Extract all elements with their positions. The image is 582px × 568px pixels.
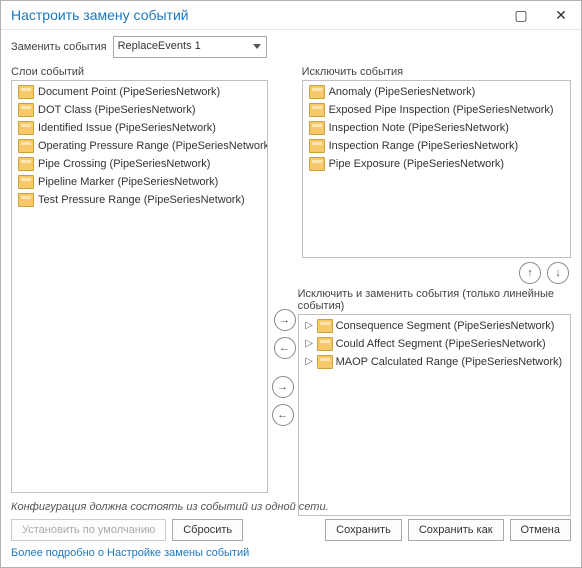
list-item[interactable]: Anomaly (PipeSeriesNetwork) <box>303 83 570 101</box>
config-select[interactable]: ReplaceEvents 1 <box>113 36 267 58</box>
expand-caret-icon[interactable]: ▷ <box>305 317 314 335</box>
layer-icon <box>317 337 333 351</box>
layer-icon <box>18 103 34 117</box>
close-button[interactable]: ✕ <box>541 1 581 29</box>
layer-icon <box>18 85 34 99</box>
layer-icon <box>309 157 325 171</box>
layer-icon <box>309 103 325 117</box>
move-up-button[interactable]: ↑ <box>519 262 541 284</box>
tree-item[interactable]: ▷Could Affect Segment (PipeSeriesNetwork… <box>299 335 570 353</box>
move-right-button[interactable]: → <box>274 309 296 331</box>
list-item[interactable]: Pipe Exposure (PipeSeriesNetwork) <box>303 155 570 173</box>
list-item[interactable]: Inspection Note (PipeSeriesNetwork) <box>303 119 570 137</box>
layer-icon <box>309 139 325 153</box>
config-label: Заменить события <box>11 41 107 53</box>
expand-caret-icon[interactable]: ▷ <box>305 335 314 353</box>
exclude-events-list[interactable]: Anomaly (PipeSeriesNetwork) Exposed Pipe… <box>302 80 571 258</box>
list-item[interactable]: DOT Class (PipeSeriesNetwork) <box>12 101 267 119</box>
help-link[interactable]: Более подробно о Настройке замены событи… <box>1 547 581 567</box>
list-item[interactable]: Exposed Pipe Inspection (PipeSeriesNetwo… <box>303 101 570 119</box>
save-button[interactable]: Сохранить <box>325 519 402 541</box>
move-left-button[interactable]: ← <box>274 337 296 359</box>
layer-icon <box>317 319 333 333</box>
layer-icon <box>309 85 325 99</box>
config-row: Заменить события ReplaceEvents 1 <box>1 30 581 64</box>
tree-item[interactable]: ▷MAOP Calculated Range (PipeSeriesNetwor… <box>299 353 570 371</box>
save-as-button[interactable]: Сохранить как <box>408 519 504 541</box>
bottom-bar: Установить по умолчанию Сбросить Сохрани… <box>1 515 581 547</box>
left-section-label: Слои событий <box>11 66 268 78</box>
list-item[interactable]: Document Point (PipeSeriesNetwork) <box>12 83 267 101</box>
move-right-button-2[interactable]: → <box>272 376 294 398</box>
cancel-button[interactable]: Отмена <box>510 519 571 541</box>
layer-icon <box>18 121 34 135</box>
reset-button[interactable]: Сбросить <box>172 519 243 541</box>
layer-icon <box>18 175 34 189</box>
layer-icon <box>18 157 34 171</box>
move-left-button-2[interactable]: ← <box>272 404 294 426</box>
status-text: Конфигурация должна состоять из событий … <box>1 497 581 515</box>
expand-caret-icon[interactable]: ▷ <box>305 353 314 371</box>
layer-icon <box>18 193 34 207</box>
list-item[interactable]: Inspection Range (PipeSeriesNetwork) <box>303 137 570 155</box>
list-item[interactable]: Pipeline Marker (PipeSeriesNetwork) <box>12 173 267 191</box>
list-item[interactable]: Pipe Crossing (PipeSeriesNetwork) <box>12 155 267 173</box>
dialog-title: Настроить замену событий <box>11 7 501 23</box>
right-top-section-label: Исключить события <box>302 66 571 78</box>
right-bottom-section-label: Исключить и заменить события (только лин… <box>298 288 571 312</box>
dialog-window: Настроить замену событий ▢ ✕ Заменить со… <box>0 0 582 568</box>
config-select-value: ReplaceEvents 1 <box>118 40 201 52</box>
event-layers-list[interactable]: Document Point (PipeSeriesNetwork) DOT C… <box>11 80 268 493</box>
tree-item[interactable]: ▷Consequence Segment (PipeSeriesNetwork) <box>299 317 570 335</box>
layer-icon <box>18 139 34 153</box>
list-item[interactable]: Identified Issue (PipeSeriesNetwork) <box>12 119 267 137</box>
layer-icon <box>317 355 333 369</box>
move-down-button[interactable]: ↓ <box>547 262 569 284</box>
maximize-button[interactable]: ▢ <box>501 1 541 29</box>
layer-icon <box>309 121 325 135</box>
titlebar: Настроить замену событий ▢ ✕ <box>1 1 581 30</box>
set-default-button[interactable]: Установить по умолчанию <box>11 519 166 541</box>
exclude-replace-events-list[interactable]: ▷Consequence Segment (PipeSeriesNetwork)… <box>298 314 571 516</box>
list-item[interactable]: Test Pressure Range (PipeSeriesNetwork) <box>12 191 267 209</box>
list-item[interactable]: Operating Pressure Range (PipeSeriesNetw… <box>12 137 267 155</box>
